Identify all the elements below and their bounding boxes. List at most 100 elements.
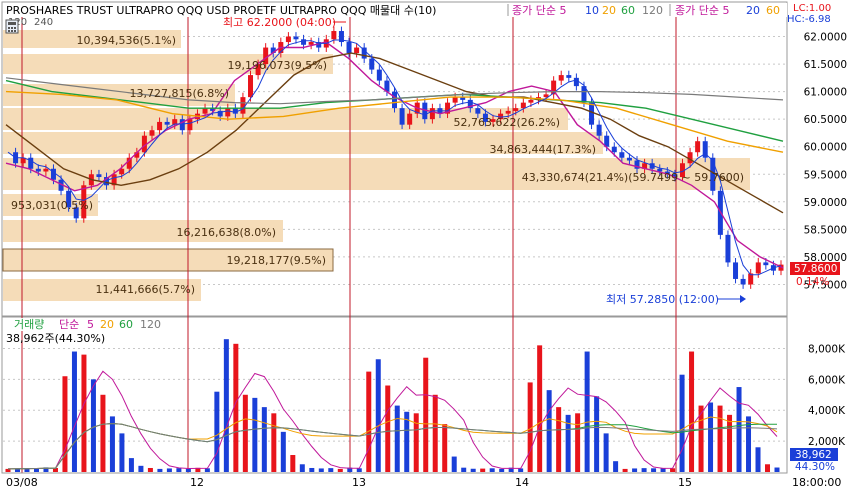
volume-bar (717, 405, 723, 472)
volume-bar (252, 397, 258, 472)
volume-legend-ma: 단순 (59, 318, 79, 331)
candle-body (399, 108, 405, 125)
volume-bar (328, 468, 334, 472)
candle-body (755, 262, 761, 274)
volume-current-pct: 44.30% (795, 461, 835, 473)
ma-legend-10: 10 (585, 4, 599, 17)
volume-bar (290, 455, 296, 472)
candle-body (725, 234, 731, 263)
candle-body (596, 124, 602, 136)
candle-body (611, 146, 617, 153)
volume-profile-label: 19,218,177(9.5%) (226, 254, 326, 267)
volume-bar (204, 468, 210, 472)
calculator-icon[interactable] (5, 19, 19, 34)
volume-bar (147, 467, 153, 472)
ma-legend-120: 120 (642, 4, 663, 17)
volume-bar (584, 351, 590, 472)
volume-bar (470, 468, 476, 472)
volume-profile-label: 10,394,536(5.1%) (76, 34, 176, 47)
ma-legend-60: 60 (621, 4, 635, 17)
volume-bar (442, 424, 448, 472)
candle-body (740, 278, 746, 285)
volume-bar (119, 433, 125, 472)
volume-bar (432, 394, 438, 472)
volume-bar (537, 345, 543, 472)
ma-legend-label: 종가 단순 5 (512, 4, 566, 17)
candle-body (232, 108, 238, 114)
volume-bar (451, 456, 457, 472)
candle-body (308, 42, 314, 45)
volume-bar (755, 447, 761, 472)
candle-body (528, 99, 534, 103)
volume-legend-60: 60 (119, 318, 133, 331)
low-label: 최저 57.2850 (12:00) (606, 293, 719, 306)
price-tick-label: 60.0000 (804, 142, 847, 154)
candle-body (376, 69, 382, 81)
stock-chart[interactable]: 10,394,536(5.1%) 19,196,073(9.5%) 13,727,8… (0, 0, 853, 492)
volume-bar (71, 351, 77, 472)
volume-bar (223, 339, 229, 472)
volume-bar (575, 413, 581, 472)
volume-profile-label: 13,727,815(6.8%) (129, 87, 229, 100)
current-price: 57.8600 (794, 263, 837, 275)
volume-profile-label: 953,031(0.5%) (11, 199, 93, 212)
volume-bar (337, 468, 343, 472)
x-axis-label: 12 (190, 476, 204, 489)
candle-body (558, 75, 564, 81)
volume-bar (518, 468, 524, 472)
volume-legend-120: 120 (140, 318, 161, 331)
volume-bar (280, 431, 286, 472)
volume-tick-label: 8,000K (808, 343, 846, 355)
candle-body (240, 97, 246, 114)
price-tick-label: 59.0000 (804, 197, 847, 209)
x-axis-label: 14 (515, 476, 529, 489)
ma-legend-20: 20 (602, 4, 616, 17)
volume-bar (299, 464, 305, 472)
candle-body (202, 108, 208, 114)
volume-bar (309, 467, 315, 472)
price-tick-label: 62.0000 (804, 32, 847, 44)
volume-tick-label: 4,000K (808, 405, 846, 417)
volume-bar (176, 468, 182, 472)
candle-body (520, 102, 526, 109)
volume-bar (632, 468, 638, 472)
volume-bar (394, 405, 400, 472)
volume-bar (651, 468, 657, 472)
candle-body (429, 108, 435, 120)
volume-legend-label: 거래량 (14, 318, 44, 331)
volume-bar (271, 413, 277, 472)
volume-bar (480, 468, 486, 472)
volume-bar (81, 354, 87, 472)
candle-body (513, 108, 519, 111)
candle-body (293, 36, 299, 40)
volume-bar (727, 414, 733, 472)
candle-body (369, 58, 375, 70)
volume-profile-label: 11,441,666(5.7%) (95, 283, 195, 296)
volume-legend-20: 20 (100, 318, 114, 331)
volume-bar (214, 391, 220, 472)
volume-bar (90, 379, 96, 472)
lc-label: HC:-6.98 (787, 14, 831, 25)
price-tick-label: 60.5000 (804, 114, 847, 126)
candle-body (35, 168, 41, 172)
volume-bar (603, 433, 609, 472)
volume-bar (423, 357, 429, 472)
candle-body (354, 47, 360, 54)
candle-body (475, 108, 481, 114)
volume-profile-label: 34,863,444(17.3%) (489, 143, 596, 156)
price-tick-label: 61.0000 (804, 87, 847, 99)
candle-body (619, 152, 625, 158)
volume-bar (109, 416, 115, 472)
volume-bar (461, 467, 467, 472)
volume-bar (670, 468, 676, 472)
volume-bar (689, 351, 695, 472)
volume-bar (185, 468, 191, 472)
volume-bar (774, 467, 780, 472)
candle-body (505, 110, 511, 114)
volume-profile-label: 16,216,638(8.0%) (176, 226, 276, 239)
volume-bar (736, 387, 742, 472)
current-change: 0.14% (796, 276, 829, 288)
x-axis-label: 13 (352, 476, 366, 489)
hc-label: LC:1.00 (793, 3, 831, 14)
volume-bar (375, 359, 381, 472)
